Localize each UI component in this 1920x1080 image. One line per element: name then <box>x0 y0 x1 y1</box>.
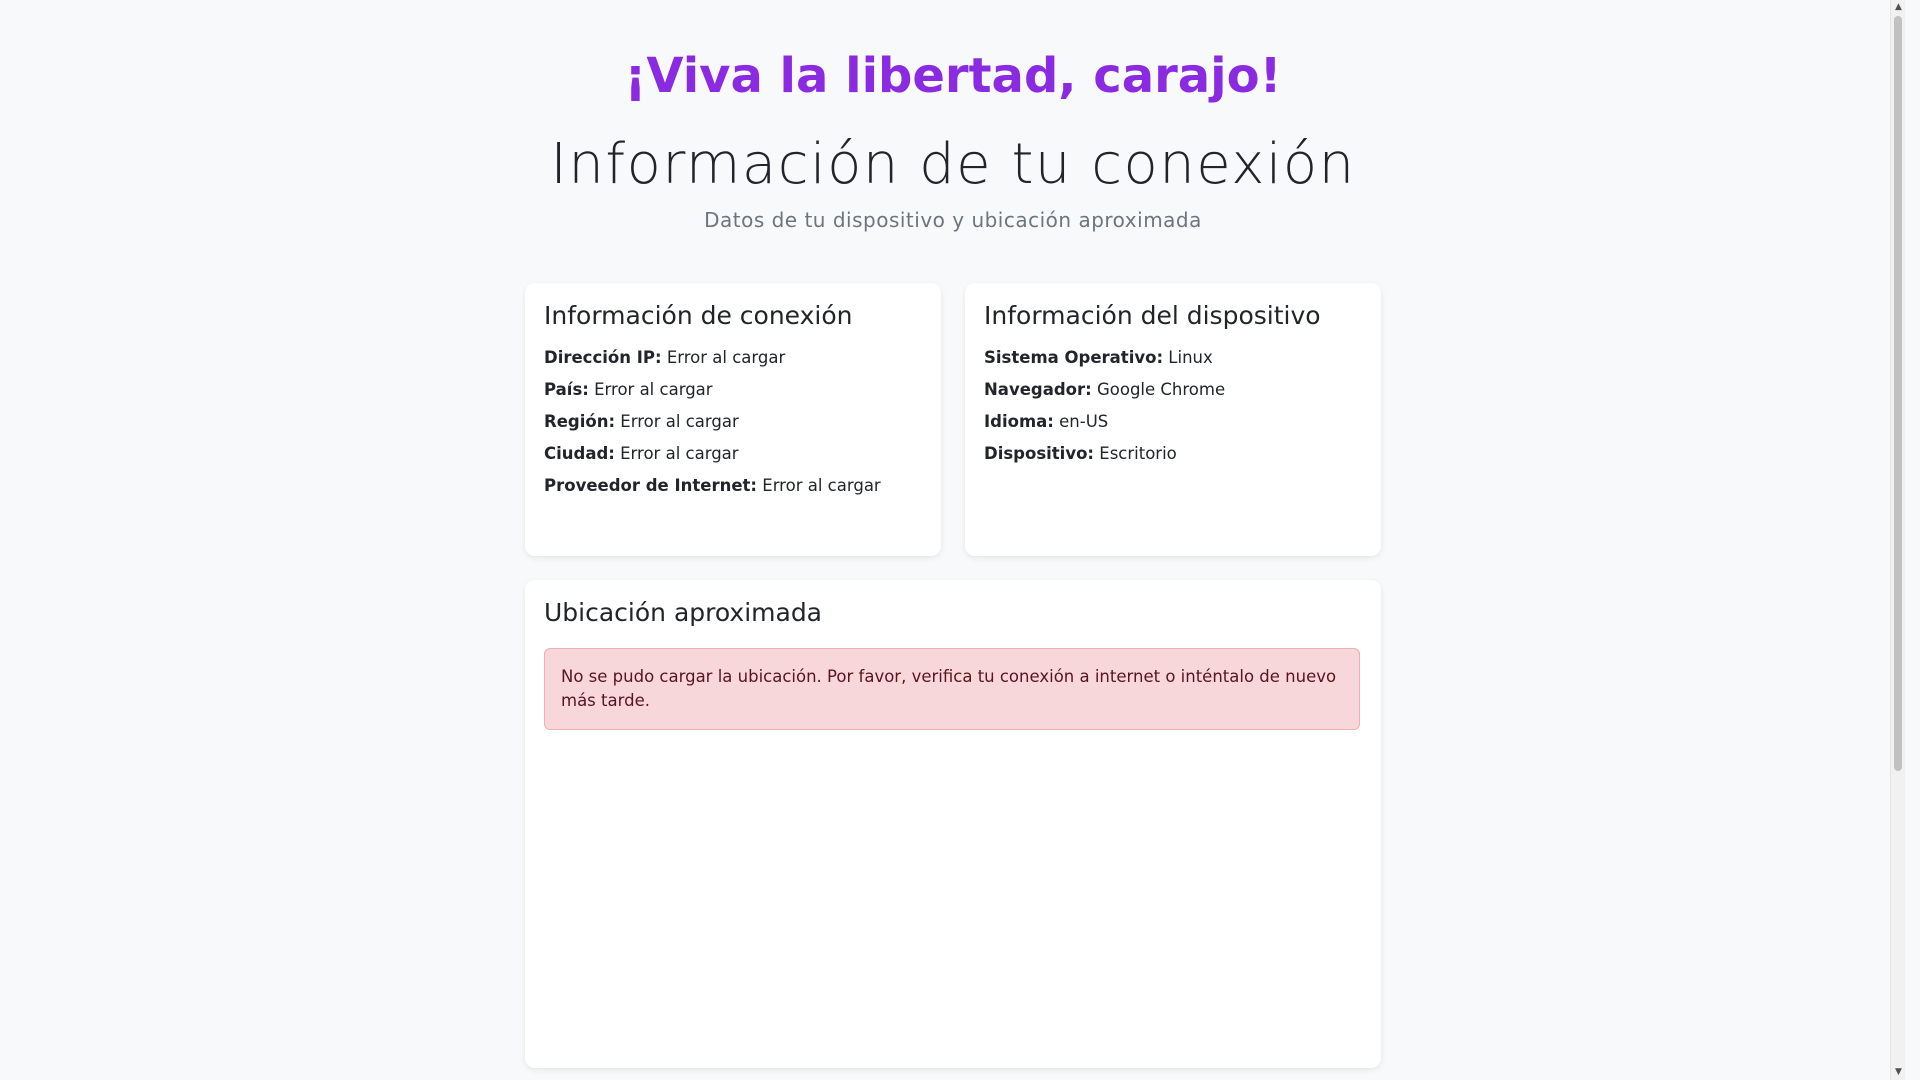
os-label: Sistema Operativo: <box>984 348 1164 367</box>
scroll-up-arrow-icon[interactable]: ▲ <box>1891 0 1906 15</box>
language-label: Idioma: <box>984 412 1054 431</box>
browser-row: Navegador: Google Chrome <box>984 374 1362 406</box>
device-info-list: Sistema Operativo: Linux Navegador: Goog… <box>984 342 1362 470</box>
location-error-alert: No se pudo cargar la ubicación. Por favo… <box>544 648 1360 730</box>
location-card-title: Ubicación aproximada <box>544 598 823 627</box>
region-row: Región: Error al cargar <box>544 406 922 438</box>
ip-address-value: Error al cargar <box>666 348 786 367</box>
slogan-heading: ¡Viva la libertad, carajo! <box>624 48 1282 104</box>
device-type-value: Escritorio <box>1099 444 1177 463</box>
country-row: País: Error al cargar <box>544 374 922 406</box>
country-value: Error al cargar <box>594 380 713 399</box>
location-card: Ubicación aproximada No se pudo cargar l… <box>525 580 1381 1068</box>
device-type-label: Dispositivo: <box>984 444 1095 463</box>
map-container[interactable] <box>544 750 1360 1050</box>
region-label: Región: <box>544 412 616 431</box>
connection-card-title: Información de conexión <box>544 301 853 330</box>
ip-address-row: Dirección IP: Error al cargar <box>544 342 922 374</box>
connection-info-list: Dirección IP: Error al cargar País: Erro… <box>544 342 922 502</box>
isp-row: Proveedor de Internet: Error al cargar <box>544 470 922 502</box>
page-subtitle: Datos de tu dispositivo y ubicación apro… <box>704 208 1202 232</box>
language-value: en-US <box>1059 412 1109 431</box>
browser-value: Google Chrome <box>1096 380 1226 399</box>
connection-info-card: Información de conexión Dirección IP: Er… <box>525 283 941 556</box>
country-label: País: <box>544 380 589 399</box>
os-row: Sistema Operativo: Linux <box>984 342 1362 374</box>
city-value: Error al cargar <box>620 444 739 463</box>
scroll-down-arrow-icon[interactable]: ▼ <box>1891 1065 1906 1080</box>
browser-label: Navegador: <box>984 380 1092 399</box>
device-card-title: Información del dispositivo <box>984 301 1321 330</box>
ip-address-label: Dirección IP: <box>544 348 662 367</box>
city-label: Ciudad: <box>544 444 615 463</box>
city-row: Ciudad: Error al cargar <box>544 438 922 470</box>
vertical-scrollbar[interactable]: ▲ ▼ <box>1890 0 1905 1080</box>
page-title: Información de tu conexión <box>550 132 1356 197</box>
device-info-card: Información del dispositivo Sistema Oper… <box>965 283 1381 556</box>
page: ¡Viva la libertad, carajo! Información d… <box>0 0 1905 1080</box>
isp-value: Error al cargar <box>762 476 881 495</box>
os-value: Linux <box>1168 348 1213 367</box>
device-type-row: Dispositivo: Escritorio <box>984 438 1362 470</box>
isp-label: Proveedor de Internet: <box>544 476 758 495</box>
region-value: Error al cargar <box>620 412 739 431</box>
scrollbar-thumb[interactable] <box>1894 16 1902 771</box>
language-row: Idioma: en-US <box>984 406 1362 438</box>
